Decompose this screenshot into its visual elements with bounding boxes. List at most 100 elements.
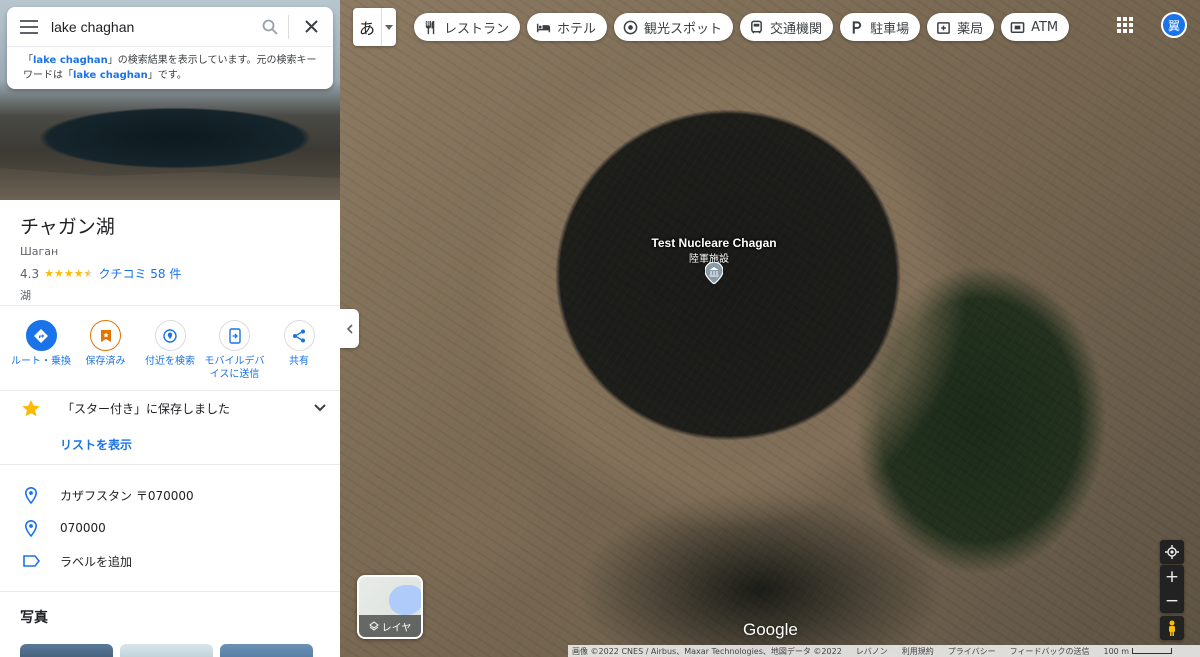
location-pin-icon — [22, 486, 40, 504]
hero-ridge — [0, 168, 340, 200]
privacy-link[interactable]: プライバシー — [948, 646, 996, 657]
label-icon — [22, 555, 40, 567]
region-link[interactable]: レバノン — [856, 646, 888, 657]
photos-heading: 写真 — [20, 610, 48, 626]
chip-transit[interactable]: 交通機関 — [740, 13, 834, 41]
crosshair-icon — [1165, 545, 1179, 559]
apps-grid-icon[interactable] — [1116, 16, 1134, 34]
photo-thumbnail[interactable] — [120, 644, 213, 657]
search-box: 「lake chaghan」の検索結果を表示しています。元の検索キーワードは「l… — [7, 7, 333, 89]
input-language: あ — [358, 19, 375, 38]
feedback-link[interactable]: フィードバックの送信 — [1010, 646, 1090, 657]
nearby-button[interactable]: 付近を検索 — [139, 320, 201, 381]
directions-icon — [25, 320, 57, 351]
map-canvas[interactable]: あ レストラン ホテル 観光スポット 交通機関 駐車場 薬局 ATM 翼 Tes… — [340, 0, 1200, 657]
divider — [0, 390, 340, 391]
zoom-controls: + − — [1160, 565, 1184, 613]
atm-icon — [1010, 21, 1025, 33]
star-filled-icon — [22, 399, 40, 416]
action-label: 保存済み — [85, 356, 126, 367]
bookmark-icon — [90, 320, 121, 351]
account-avatar[interactable]: 翼 — [1161, 12, 1187, 38]
note-text: 」です。 — [147, 70, 187, 81]
layer-text: レイヤ — [381, 622, 412, 634]
plus-code-row[interactable]: 070000 — [0, 517, 340, 539]
search-input[interactable] — [51, 18, 252, 35]
send-to-phone-button[interactable]: モバイルデバイスに送信 — [204, 320, 266, 381]
address-text: カザフスタン 〒070000 — [60, 488, 194, 503]
chip-attractions[interactable]: 観光スポット — [614, 13, 734, 41]
divider — [0, 305, 340, 306]
share-button[interactable]: 共有 — [268, 320, 330, 381]
pegman-icon — [1169, 620, 1175, 636]
chip-pharmacy[interactable]: 薬局 — [927, 13, 995, 41]
parking-icon — [852, 20, 862, 34]
chevron-down-icon[interactable] — [300, 404, 340, 412]
chip-atm[interactable]: ATM — [1001, 13, 1070, 41]
postal-code-text: 070000 — [60, 521, 106, 535]
share-icon — [283, 320, 315, 351]
search-icon[interactable] — [252, 7, 288, 47]
place-header: チャガン湖 Шаган 4.3 ★ ★ ★ ★ ★ クチコミ 58 件 湖 — [0, 200, 340, 303]
chip-parking[interactable]: 駐車場 — [840, 13, 921, 41]
zoom-out-button[interactable]: − — [1160, 589, 1184, 613]
chip-label: ATM — [1031, 19, 1059, 35]
divider — [0, 464, 340, 465]
rating-value: 4.3 — [20, 266, 40, 281]
place-panel: 「lake chaghan」の検索結果を表示しています。元の検索キーワードは「l… — [0, 0, 340, 657]
place-category[interactable]: 湖 — [20, 287, 320, 303]
layer-preview — [389, 585, 421, 615]
collapse-panel-button[interactable] — [340, 309, 359, 348]
map-pin-title[interactable]: Test Nucleare Chagan — [594, 236, 834, 250]
fork-knife-icon — [425, 20, 435, 34]
chip-restaurant[interactable]: レストラン — [414, 13, 521, 41]
add-label-row[interactable]: ラベルを追加 — [0, 550, 340, 572]
place-title: チャガン湖 — [20, 216, 115, 238]
layers-button[interactable]: レイヤ — [357, 575, 423, 639]
search-correction-note: 「lake chaghan」の検索結果を表示しています。元の検索キーワードは「l… — [7, 47, 333, 83]
chevron-left-icon — [346, 323, 353, 334]
reviews-link[interactable]: クチコミ 58 件 — [98, 265, 181, 282]
saved-list-row[interactable]: 「スター付き」に保存しました — [0, 396, 340, 420]
terms-link[interactable]: 利用規約 — [902, 646, 934, 657]
action-label: 共有 — [289, 356, 309, 367]
satellite-texture — [340, 0, 1200, 657]
layers-icon — [368, 621, 379, 631]
saved-button[interactable]: 保存済み — [75, 320, 137, 381]
category-chips: レストラン ホテル 観光スポット 交通機関 駐車場 薬局 ATM — [414, 13, 1070, 41]
scale-bar — [1132, 648, 1173, 654]
original-query-link[interactable]: lake chaghan — [73, 70, 148, 81]
imagery-credit: 画像 ©2022 CNES / Airbus、Maxar Technologie… — [572, 646, 842, 656]
scale-indicator[interactable]: 100 m — [1103, 647, 1173, 656]
star-icon: ★ — [44, 267, 54, 280]
museum-pin-icon[interactable] — [705, 262, 723, 284]
place-subtitle: Шаган — [20, 245, 59, 258]
input-tools-button[interactable]: あ — [353, 8, 396, 46]
street-view-pegman[interactable] — [1160, 616, 1184, 640]
divider — [0, 591, 340, 592]
chip-hotel[interactable]: ホテル — [527, 13, 608, 41]
saved-status-text: 「スター付き」に保存しました — [62, 401, 231, 416]
note-term: lake chaghan — [33, 55, 108, 66]
star-rating: ★ ★ ★ ★ ★ — [44, 267, 93, 280]
photo-thumbnail[interactable] — [20, 644, 113, 657]
menu-icon[interactable] — [7, 7, 51, 47]
nearby-icon — [154, 320, 186, 351]
chip-label: 駐車場 — [870, 21, 910, 37]
location-pin-icon — [22, 519, 40, 537]
attribution-bar: 画像 ©2022 CNES / Airbus、Maxar Technologie… — [568, 645, 1200, 657]
camera-icon — [623, 20, 638, 34]
directions-button[interactable]: ルート・乗換 — [10, 320, 72, 381]
close-icon[interactable] — [289, 7, 333, 47]
photo-thumbnail[interactable] — [220, 644, 313, 657]
layer-label-bar: レイヤ — [359, 615, 421, 637]
my-location-button[interactable] — [1160, 540, 1184, 564]
google-logo: Google — [743, 620, 798, 639]
action-buttons: ルート・乗換 保存済み 付近を検索 モバイルデバイスに送信 共有 — [10, 320, 330, 381]
zoom-in-button[interactable]: + — [1160, 565, 1184, 589]
address-row[interactable]: カザフスタン 〒070000 — [0, 484, 340, 506]
caret-down-icon[interactable] — [381, 8, 396, 46]
view-list-link[interactable]: リストを表示 — [60, 436, 132, 453]
train-icon — [751, 20, 762, 34]
action-label: モバイルデバイスに送信 — [204, 356, 265, 380]
